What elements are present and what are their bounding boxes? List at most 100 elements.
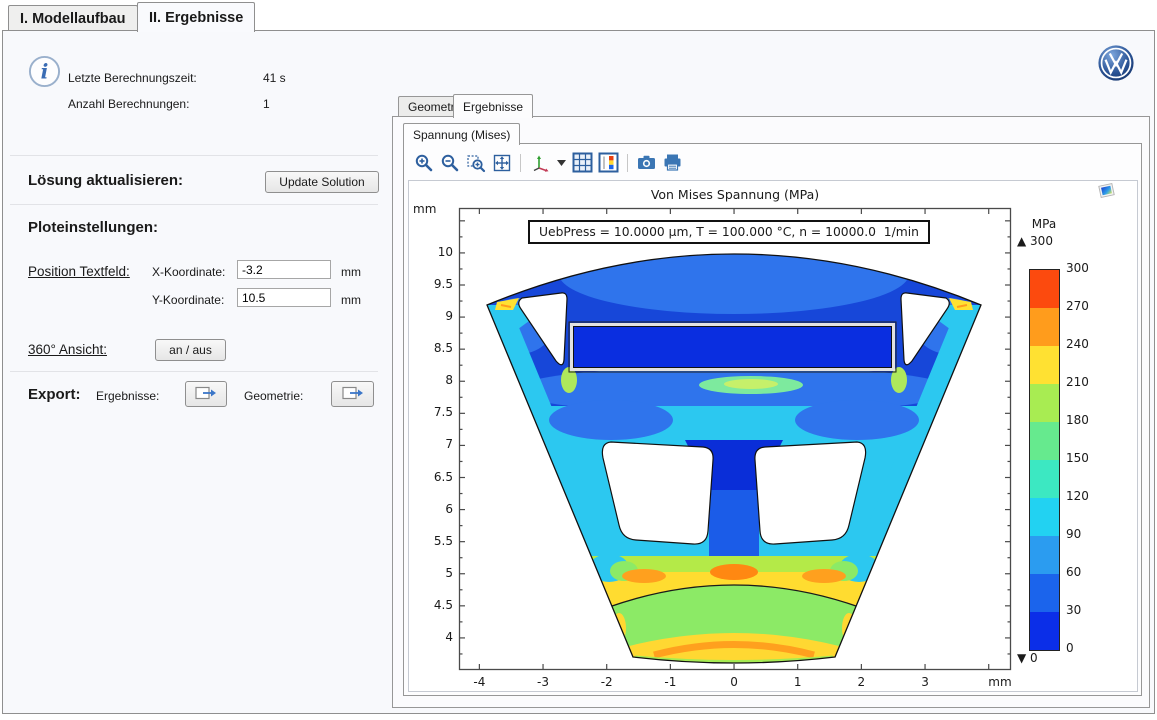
stat-value-calc-count: 1 — [263, 97, 270, 111]
separator — [10, 371, 378, 372]
x-coordinate-label: X-Koordinate: — [152, 265, 225, 279]
info-icon: i — [28, 55, 61, 88]
x-coordinate-unit: mm — [341, 265, 361, 279]
toolbar-separator — [520, 154, 521, 172]
x-tick-label: 3 — [910, 675, 940, 689]
legend-tick-label: 270 — [1066, 299, 1089, 313]
y-coordinate-label: Y-Koordinate: — [152, 293, 224, 307]
x-tick-label: -4 — [464, 675, 494, 689]
legend-segment — [1030, 536, 1059, 574]
y-tick-label: 10 — [417, 245, 453, 259]
export-icon — [195, 386, 217, 403]
update-solution-heading: Lösung aktualisieren: — [28, 172, 183, 189]
toolbar-separator — [627, 154, 628, 172]
y-tick-label: 5.5 — [417, 534, 453, 548]
legend-tick-label: 240 — [1066, 337, 1089, 351]
view-360-toggle-button[interactable]: an / aus — [155, 339, 226, 361]
vw-logo — [1097, 44, 1135, 87]
tab-ergebnisse-label: II. Ergebnisse — [149, 10, 243, 26]
legend-segment — [1030, 612, 1059, 650]
color-legend-bar — [1029, 269, 1060, 651]
export-icon — [342, 386, 364, 403]
y-coordinate-input[interactable] — [237, 288, 331, 307]
graphics-canvas[interactable]: Von Mises Spannung (MPa) mm UebPress = 1… — [408, 180, 1138, 692]
y-tick-label: 8 — [417, 373, 453, 387]
legend-segment — [1030, 460, 1059, 498]
y-tick-label: 4.5 — [417, 598, 453, 612]
y-tick-label: 6 — [417, 502, 453, 516]
update-solution-button-label: Update Solution — [279, 175, 364, 189]
magnet-region — [574, 327, 892, 368]
stat-label-calc-time: Letzte Berechnungszeit: — [68, 71, 197, 85]
legend-segment — [1030, 498, 1059, 536]
legend-tick-label: 180 — [1066, 413, 1089, 427]
legend-segment — [1030, 270, 1059, 308]
plot-settings-heading: Ploteinstellungen: — [28, 219, 158, 236]
legend-tick-label: 300 — [1066, 261, 1089, 275]
update-solution-button[interactable]: Update Solution — [265, 171, 379, 193]
tab-ergebnisse[interactable]: II. Ergebnisse — [137, 2, 255, 32]
legend-tick-label: 150 — [1066, 451, 1089, 465]
svg-text:i: i — [41, 59, 49, 83]
grid-toggle-icon[interactable] — [571, 151, 594, 174]
legend-tick-label: 210 — [1066, 375, 1089, 389]
stat-label-calc-count: Anzahl Berechnungen: — [68, 97, 189, 111]
x-axis-unit: mm — [985, 675, 1015, 689]
y-tick-label: 9 — [417, 309, 453, 323]
zoom-in-icon[interactable] — [412, 151, 435, 174]
separator — [10, 155, 378, 156]
zoom-out-icon[interactable] — [438, 151, 461, 174]
tab-spannung-mises-label: Spannung (Mises) — [413, 128, 510, 142]
export-heading: Export: — [28, 386, 81, 403]
x-tick-label: -2 — [592, 675, 622, 689]
x-tick-label: 0 — [719, 675, 749, 689]
legend-tick-label: 120 — [1066, 489, 1089, 503]
legend-segment — [1030, 422, 1059, 460]
graphics-toolbar — [412, 149, 684, 176]
y-tick-label: 7.5 — [417, 405, 453, 419]
legend-segment — [1030, 308, 1059, 346]
tab-modellaufbau[interactable]: I. Modellaufbau — [8, 5, 138, 31]
app-window: { "window": { "tabs": [ {"label": "I. Mo… — [0, 0, 1157, 720]
legend-tick-label: 30 — [1066, 603, 1081, 617]
x-tick-label: -1 — [655, 675, 685, 689]
y-tick-label: 6.5 — [417, 470, 453, 484]
stress-geometry — [459, 208, 1011, 670]
tab-ergebnisse-plot[interactable]: Ergebnisse — [453, 94, 533, 118]
export-geometry-label: Geometrie: — [244, 389, 303, 403]
export-results-button[interactable] — [185, 381, 227, 407]
legend-segment — [1030, 384, 1059, 422]
legend-unit: MPa — [1029, 217, 1059, 231]
y-tick-label: 4 — [417, 630, 453, 644]
export-geometry-button[interactable] — [331, 381, 374, 407]
x-tick-label: 1 — [783, 675, 813, 689]
y-tick-label: 7 — [417, 437, 453, 451]
legend-min-marker: ▼ 0 — [1017, 651, 1038, 665]
tab-spannung-mises[interactable]: Spannung (Mises) — [403, 123, 520, 145]
legend-tick-label: 0 — [1066, 641, 1074, 655]
export-results-label: Ergebnisse: — [96, 389, 159, 403]
view-orientation-icon[interactable] — [528, 151, 551, 174]
snapshot-icon[interactable] — [635, 151, 658, 174]
view-orientation-dropdown-icon[interactable] — [554, 151, 568, 174]
y-tick-label: 5 — [417, 566, 453, 580]
zoom-box-icon[interactable] — [464, 151, 487, 174]
textfield-position-label: Position Textfeld: — [28, 264, 130, 279]
legend-tick-label: 90 — [1066, 527, 1081, 541]
tab-ergebnisse-plot-label: Ergebnisse — [463, 100, 523, 114]
legend-tick-label: 60 — [1066, 565, 1081, 579]
x-tick-label: 2 — [846, 675, 876, 689]
print-icon[interactable] — [661, 151, 684, 174]
legend-segment — [1030, 574, 1059, 612]
y-tick-label: 8.5 — [417, 341, 453, 355]
y-tick-label: 9.5 — [417, 277, 453, 291]
zoom-extents-icon[interactable] — [490, 151, 513, 174]
legend-segment — [1030, 346, 1059, 384]
view-360-toggle-label: an / aus — [169, 343, 212, 357]
color-legend-toggle-icon[interactable] — [597, 151, 620, 174]
view-360-label: 360° Ansicht: — [28, 342, 107, 357]
x-tick-label: -3 — [528, 675, 558, 689]
x-coordinate-input[interactable] — [237, 260, 331, 279]
legend-max-marker: ▲ 300 — [1017, 234, 1053, 248]
tab-modellaufbau-label: I. Modellaufbau — [20, 11, 126, 27]
